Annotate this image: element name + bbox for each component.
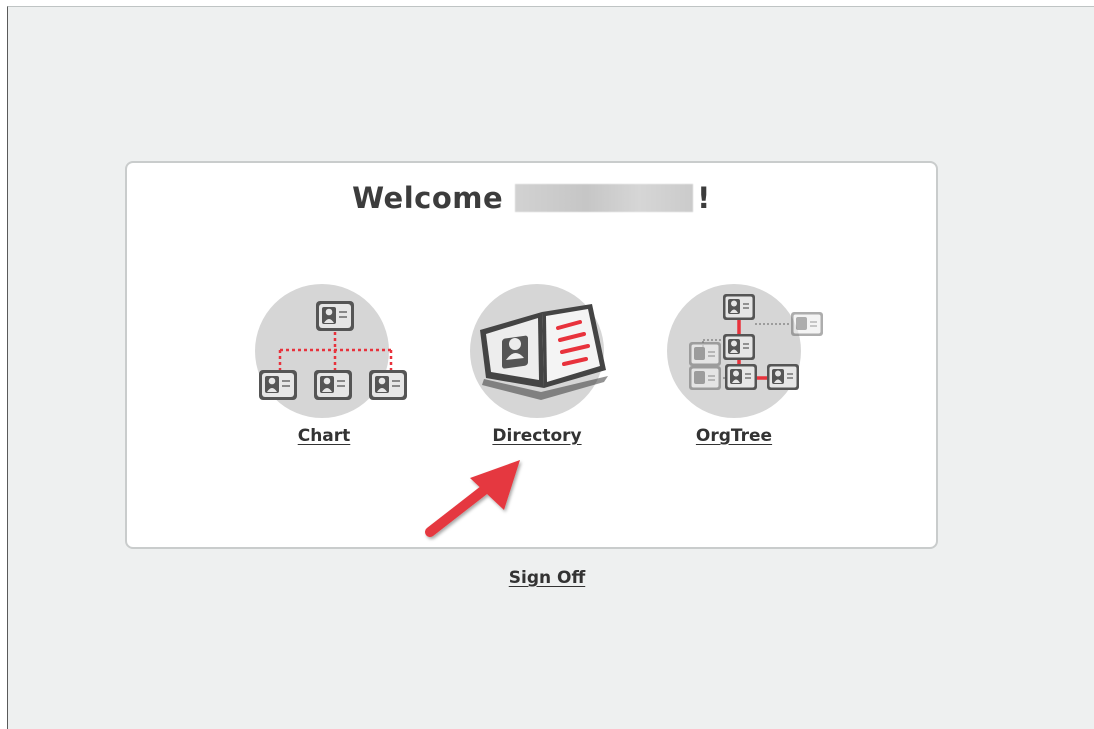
directory-tile[interactable]: Directory bbox=[470, 284, 610, 454]
welcome-prefix: Welcome bbox=[352, 181, 504, 215]
chart-link[interactable]: Chart bbox=[254, 426, 394, 446]
org-tree-icon bbox=[689, 294, 823, 390]
welcome-title: Welcome! bbox=[127, 181, 936, 215]
directory-link[interactable]: Directory bbox=[467, 426, 607, 446]
redacted-username bbox=[515, 184, 694, 212]
sign-off-link[interactable]: Sign Off bbox=[0, 568, 1094, 588]
directory-icon-circle bbox=[470, 284, 608, 418]
orgtree-icon-circle bbox=[667, 284, 823, 418]
red-arrow-annotation-icon bbox=[425, 460, 520, 537]
orgtree-link[interactable]: OrgTree bbox=[664, 426, 804, 446]
chart-tile[interactable]: Chart bbox=[255, 284, 409, 454]
welcome-suffix: ! bbox=[697, 181, 711, 215]
directory-book-icon bbox=[480, 304, 608, 400]
org-chart-icon bbox=[259, 301, 407, 400]
orgtree-tile[interactable]: OrgTree bbox=[664, 284, 823, 454]
chart-icon-circle bbox=[255, 284, 407, 418]
